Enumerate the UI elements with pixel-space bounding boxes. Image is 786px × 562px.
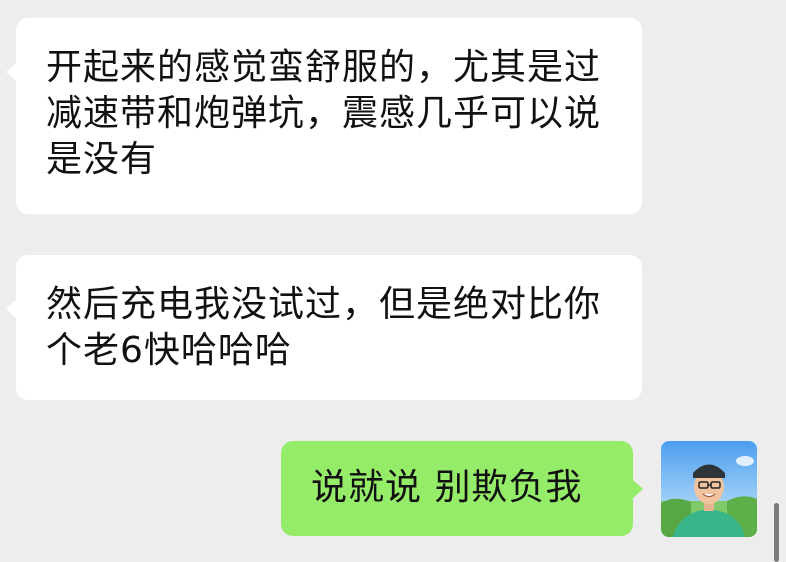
message-text: 开起来的感觉蛮舒服的，尤其是过减速带和炮弹坑，震感几乎可以说是没有 — [46, 47, 602, 180]
avatar[interactable] — [661, 441, 757, 537]
message-text: 说就说 别欺负我 — [311, 467, 583, 508]
scrollbar[interactable] — [774, 503, 779, 562]
user-avatar-icon — [661, 441, 757, 537]
message-text: 然后充电我没试过，但是绝对比你个老6快哈哈哈 — [46, 284, 602, 371]
message-bubble-incoming[interactable]: 开起来的感觉蛮舒服的，尤其是过减速带和炮弹坑，震感几乎可以说是没有 — [6, 18, 642, 214]
message-bubble-outgoing[interactable]: 说就说 别欺负我 — [281, 441, 643, 536]
message-bubble-incoming[interactable]: 然后充电我没试过，但是绝对比你个老6快哈哈哈 — [6, 255, 642, 400]
